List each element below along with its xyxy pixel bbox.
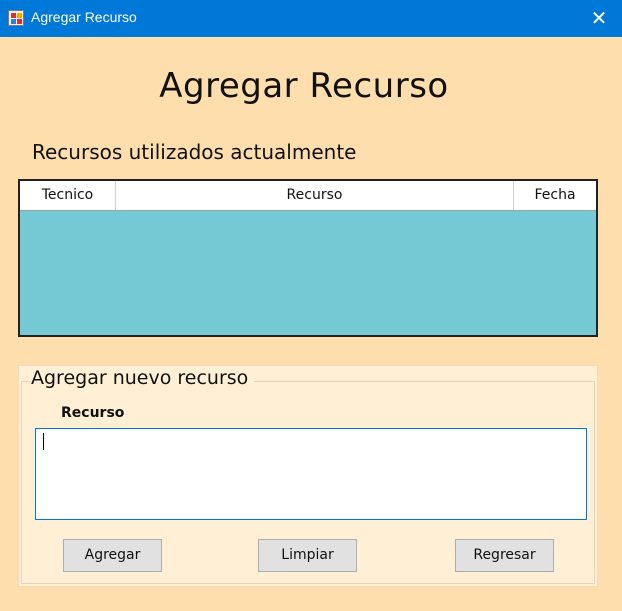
- back-button[interactable]: Regresar: [455, 539, 554, 572]
- new-resource-group-title: Agregar nuevo recurso: [31, 367, 255, 389]
- close-button[interactable]: ✕: [576, 0, 622, 37]
- title-bar[interactable]: Agregar Recurso ✕: [0, 0, 622, 37]
- window-title: Agregar Recurso: [31, 9, 137, 25]
- new-resource-group: Agregar nuevo recurso Recurso Agregar Li…: [18, 365, 598, 587]
- close-icon: ✕: [590, 6, 608, 30]
- current-resources-label: Recursos utilizados actualmente: [32, 140, 357, 164]
- grid-header: Tecnico Recurso Fecha: [20, 181, 596, 211]
- column-header-tecnico[interactable]: Tecnico: [20, 181, 116, 210]
- resource-field-label: Recurso: [61, 405, 125, 421]
- resources-grid[interactable]: Tecnico Recurso Fecha: [18, 179, 598, 337]
- text-caret: [43, 433, 44, 450]
- column-header-fecha[interactable]: Fecha: [514, 181, 596, 210]
- clear-button[interactable]: Limpiar: [258, 539, 357, 572]
- add-button[interactable]: Agregar: [63, 539, 162, 572]
- page-title: Agregar Recurso: [159, 66, 449, 106]
- column-header-recurso[interactable]: Recurso: [116, 181, 514, 210]
- app-icon: [8, 10, 24, 26]
- resource-input[interactable]: [35, 428, 587, 520]
